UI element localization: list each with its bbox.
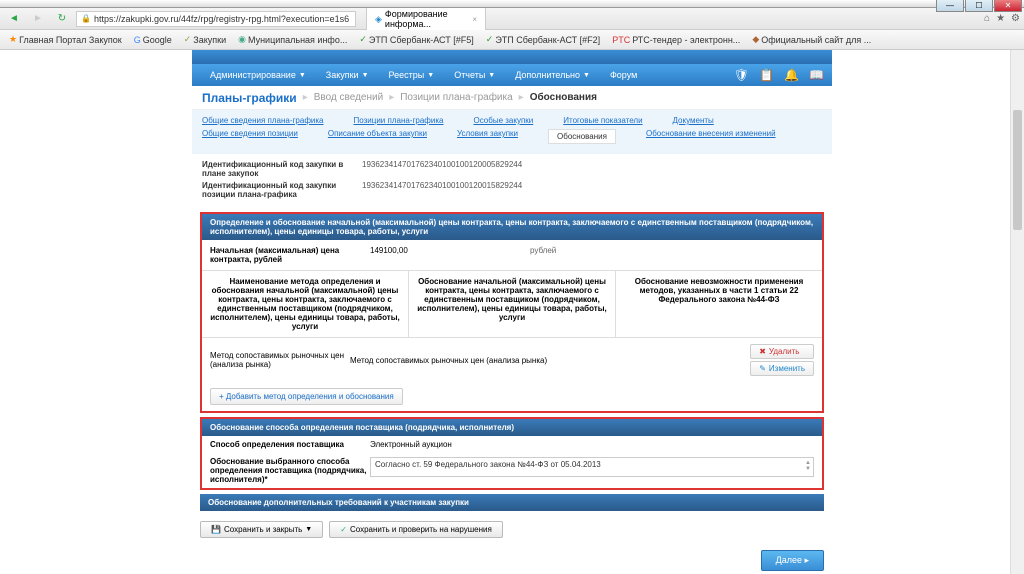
price-value: 149100,00 — [370, 246, 530, 264]
subtab-documents[interactable]: Документы — [673, 116, 714, 125]
gear-icon[interactable]: ⚙ — [1011, 13, 1020, 24]
subtab-special[interactable]: Особые закупки — [473, 116, 533, 125]
window-maximize[interactable]: ☐ — [965, 0, 993, 12]
info-label-position-code: Идентификационный код закупки позиции пл… — [202, 181, 362, 199]
window-titlebar: — ☐ ✕ — [0, 0, 1024, 8]
supplier-justification-label: Обоснование выбранного способа определен… — [210, 457, 370, 484]
nav-registers[interactable]: Реестры▼ — [379, 64, 445, 86]
supplier-method-label: Способ определения поставщика — [210, 440, 370, 449]
check-icon: ✓ — [340, 525, 347, 534]
add-method-button[interactable]: + Добавить метод определения и обоснован… — [210, 388, 403, 405]
method-name: Метод сопоставимых рыночных цен (анализа… — [210, 351, 350, 369]
subtab-positions[interactable]: Позиции плана-графика — [354, 116, 444, 125]
nav-purchases[interactable]: Закупки▼ — [316, 64, 379, 86]
nav-additional[interactable]: Дополнительно▼ — [505, 64, 600, 86]
method-desc: Метод сопоставимых рыночных цен (анализа… — [350, 356, 750, 365]
subtab-object-desc[interactable]: Описание объекта закупки — [328, 129, 427, 144]
disk-icon: 💾 — [211, 525, 221, 534]
edit-button[interactable]: ✎Изменить — [750, 361, 814, 376]
tab-favicon: ◈ — [375, 14, 382, 25]
sub-tabs: Общие сведения плана-графика Позиции пла… — [192, 110, 832, 154]
info-section: Идентификационный код закупки в плане за… — [192, 154, 832, 208]
book-icon[interactable]: 📖 — [809, 68, 824, 82]
top-strip — [192, 50, 832, 64]
plus-icon: + — [219, 392, 224, 401]
spinner-down[interactable]: ▼ — [805, 466, 811, 472]
subtab-general-plan[interactable]: Общие сведения плана-графика — [202, 116, 324, 125]
breadcrumb: Планы-графики ▸ Ввод сведений ▸ Позиции … — [192, 86, 832, 110]
tab-title: Формирование информа... — [385, 9, 469, 29]
section-header-additional: Обоснование дополнительных требований к … — [200, 494, 824, 511]
bookmarks-bar: ★Главная Портал Закупок GGoogle ✓Закупки… — [0, 30, 1024, 50]
section-header-supplier: Обоснование способа определения поставщи… — [202, 419, 822, 436]
supplier-justification-input[interactable]: Согласно ст. 59 Федерального закона №44-… — [370, 457, 814, 477]
info-value-position-code: 193623414701762340100100120015829244 — [362, 181, 522, 199]
scrollbar-vertical[interactable] — [1010, 50, 1024, 574]
url-bar[interactable]: 🔒 https://zakupki.gov.ru/44fz/rpg/regist… — [76, 11, 356, 27]
bookmark-item[interactable]: ◆Официальный сайт для ... — [747, 33, 876, 46]
save-close-button[interactable]: 💾Сохранить и закрыть▼ — [200, 521, 323, 538]
breadcrumb-root[interactable]: Планы-графики — [202, 91, 297, 105]
next-button[interactable]: Далее ▸ — [761, 550, 824, 571]
tab-close[interactable]: × — [472, 15, 477, 24]
nav-reports[interactable]: Отчеты▼ — [444, 64, 505, 86]
bookmark-item[interactable]: ✓ЭТП Сбербанк-АСТ [#F5] — [354, 33, 478, 46]
col-head-impossibility: Обоснование невозможности применения мет… — [616, 271, 822, 337]
supplier-justification-panel: Обоснование способа определения поставщи… — [200, 417, 824, 490]
subtab-change-just[interactable]: Обоснование внесения изменений — [646, 129, 776, 144]
star-icon[interactable]: ★ — [996, 13, 1005, 24]
save-bar: 💾Сохранить и закрыть▼ ✓Сохранить и прове… — [192, 515, 832, 544]
price-justification-panel: Определение и обоснование начальной (мак… — [200, 212, 824, 413]
nav-admin[interactable]: Администрирование▼ — [200, 64, 316, 86]
nav-forum[interactable]: Форум — [600, 64, 647, 86]
bookmark-item[interactable]: ✓Закупки — [179, 33, 231, 46]
price-label: Начальная (максимальная) цена контракта,… — [210, 246, 370, 264]
bookmark-item[interactable]: GGoogle — [129, 34, 177, 46]
supplier-method-value: Электронный аукцион — [370, 440, 452, 449]
subtab-totals[interactable]: Итоговые показатели — [563, 116, 642, 125]
nav-forward[interactable]: ► — [28, 11, 48, 27]
subtab-conditions[interactable]: Условия закупки — [457, 129, 518, 144]
pencil-icon: ✎ — [759, 364, 766, 373]
info-value-plan-code: 193623414701762340100100120005829244 — [362, 160, 522, 178]
price-currency: рублей — [530, 246, 556, 264]
section-header-price: Определение и обоснование начальной (мак… — [202, 214, 822, 240]
window-close[interactable]: ✕ — [994, 0, 1022, 12]
subtab-justifications-active[interactable]: Обоснования — [548, 129, 616, 144]
lock-icon: 🔒 — [81, 14, 91, 23]
col-head-method: Наименование метода определения и обосно… — [202, 271, 409, 337]
nav-back[interactable]: ◄ — [4, 11, 24, 27]
x-icon: ✖ — [759, 347, 766, 356]
bookmark-item[interactable]: ★Главная Портал Закупок — [4, 33, 127, 46]
bell-icon[interactable]: 🔔 — [784, 68, 799, 82]
next-bar: Далее ▸ — [192, 544, 832, 574]
bookmark-item[interactable]: PTCРТС-тендер - электронн... — [607, 34, 745, 46]
breadcrumb-active: Обоснования — [530, 92, 597, 103]
bookmark-item[interactable]: ✓ЭТП Сбербанк-АСТ [#F2] — [481, 33, 605, 46]
bookmark-item[interactable]: ◉Муниципальная инфо... — [233, 33, 352, 46]
content-area: Администрирование▼ Закупки▼ Реестры▼ Отч… — [0, 50, 1024, 574]
breadcrumb-item[interactable]: Позиции плана-графика — [400, 92, 512, 103]
main-nav: Администрирование▼ Закупки▼ Реестры▼ Отч… — [192, 64, 832, 86]
save-check-button[interactable]: ✓Сохранить и проверить на нарушения — [329, 521, 503, 538]
nav-reload[interactable]: ↻ — [52, 11, 72, 27]
calendar-icon[interactable]: 📋 — [759, 68, 774, 82]
col-head-justification: Обоснование начальной (максимальной) цен… — [409, 271, 616, 337]
scroll-thumb[interactable] — [1013, 110, 1022, 230]
browser-tab[interactable]: ◈ Формирование информа... × — [366, 6, 486, 31]
subtab-general-pos[interactable]: Общие сведения позиции — [202, 129, 298, 144]
shield-icon[interactable]: 🛡 — [734, 68, 749, 82]
url-text: https://zakupki.gov.ru/44fz/rpg/registry… — [94, 14, 349, 24]
breadcrumb-item[interactable]: Ввод сведений — [314, 92, 383, 103]
home-icon[interactable]: ⌂ — [984, 13, 990, 24]
info-label-plan-code: Идентификационный код закупки в плане за… — [202, 160, 362, 178]
window-minimize[interactable]: — — [936, 0, 964, 12]
delete-button[interactable]: ✖Удалить — [750, 344, 814, 359]
browser-toolbar: ◄ ► ↻ 🔒 https://zakupki.gov.ru/44fz/rpg/… — [0, 8, 1024, 30]
